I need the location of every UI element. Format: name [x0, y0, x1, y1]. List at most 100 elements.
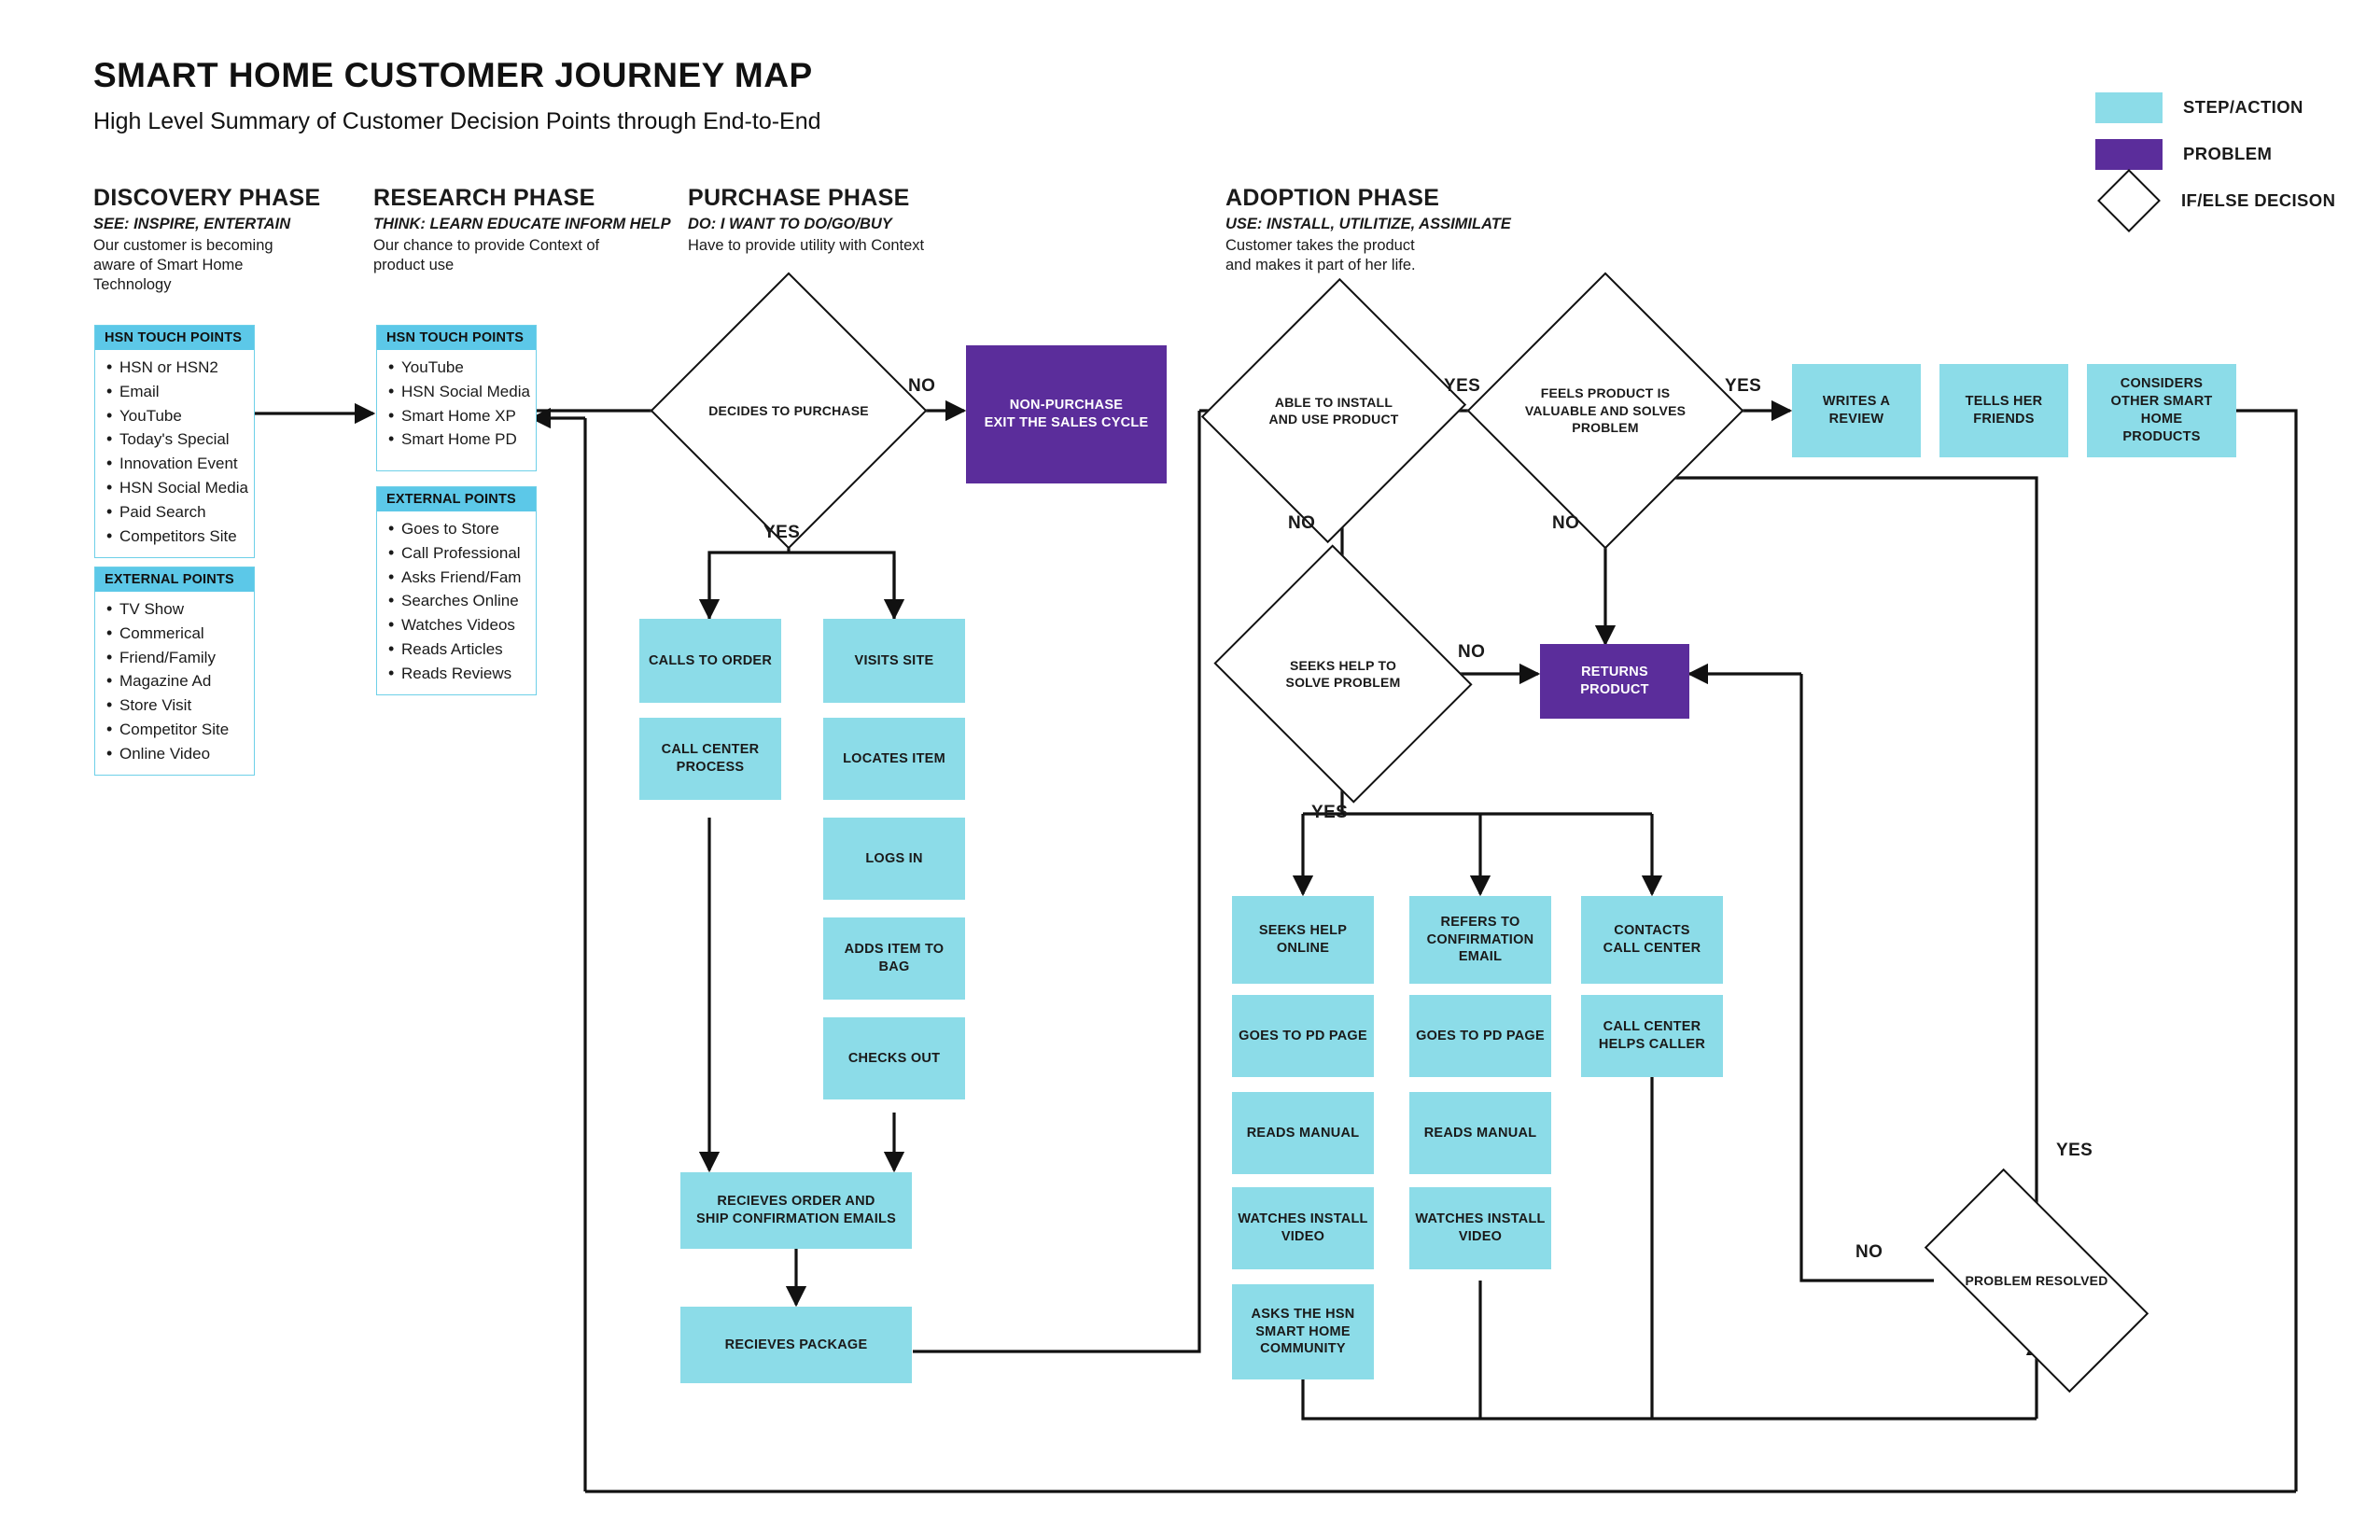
- list-item: Magazine Ad: [95, 668, 254, 693]
- list-item: Watches Videos: [377, 612, 536, 637]
- node-non-purchase[interactable]: NON-PURCHASE EXIT THE SALES CYCLE: [966, 345, 1167, 483]
- node-label: CALL CENTER HELPS CALLER: [1598, 1019, 1706, 1052]
- node-calls-to-order[interactable]: CALLS TO ORDER: [639, 619, 781, 703]
- card-header: EXTERNAL POINTS: [95, 567, 254, 592]
- card-discovery-external-points: EXTERNAL POINTS TV ShowCommericalFriend/…: [94, 567, 255, 776]
- card-research-hsn-touch-points: HSN TOUCH POINTS YouTubeHSN Social Media…: [376, 325, 537, 471]
- card-research-external-points: EXTERNAL POINTS Goes to StoreCall Profes…: [376, 486, 537, 695]
- node-label: REFERS TO CONFIRMATION EMAIL: [1426, 914, 1534, 965]
- node-label: CONTACTS CALL CENTER: [1603, 923, 1701, 956]
- decision-able-to-install[interactable]: ABLE TO INSTALL AND USE PRODUCT: [1200, 277, 1467, 544]
- phase-description: Customer takes the product and makes it …: [1225, 237, 1416, 273]
- node-watches-install-video-2[interactable]: WATCHES INSTALL VIDEO: [1409, 1187, 1551, 1269]
- diamond-text: DECIDES TO PURCHASE: [691, 313, 887, 509]
- decision-seeks-help-to-solve[interactable]: SEEKS HELP TO SOLVE PROBLEM: [1213, 544, 1473, 804]
- diamond-text: PROBLEM RESOLVED: [1934, 1225, 2139, 1337]
- card-body: YouTubeHSN Social MediaSmart Home XPSmar…: [377, 350, 536, 470]
- node-seeks-help-online[interactable]: SEEKS HELP ONLINE: [1232, 896, 1374, 984]
- problem-swatch: [2095, 138, 2163, 170]
- legend: STEP/ACTION PROBLEM IF/ELSE DECISON: [2095, 84, 2375, 232]
- phase-title: ADOPTION PHASE: [1225, 185, 1440, 211]
- legend-label-problem: PROBLEM: [2183, 144, 2273, 163]
- phase-title: DISCOVERY PHASE: [93, 185, 321, 211]
- list-item: Friend/Family: [95, 645, 254, 670]
- list-item: Store Visit: [95, 693, 254, 718]
- card-body: Goes to StoreCall ProfessionalAsks Frien…: [377, 511, 536, 694]
- node-label: CHECKS OUT: [847, 1050, 941, 1066]
- node-reads-manual-1[interactable]: READS MANUAL: [1232, 1092, 1374, 1174]
- node-watches-install-video-1[interactable]: WATCHES INSTALL VIDEO: [1232, 1187, 1374, 1269]
- node-label: GOES TO PD PAGE: [1239, 1028, 1367, 1043]
- list-item: Innovation Event: [95, 451, 254, 476]
- node-label: FEELS PRODUCT IS VALUABLE AND SOLVES PRO…: [1524, 385, 1687, 436]
- node-considers-other-smart-home-products[interactable]: CONSIDERS OTHER SMART HOME PRODUCTS: [2087, 364, 2236, 457]
- node-label: DECIDES TO PURCHASE: [708, 402, 869, 418]
- node-locates-item[interactable]: LOCATES ITEM: [823, 718, 965, 800]
- list-item: Reads Reviews: [377, 661, 536, 686]
- diamond-text: ABLE TO INSTALL AND USE PRODUCT: [1244, 313, 1423, 509]
- card-header: EXTERNAL POINTS: [377, 487, 536, 511]
- node-returns-product[interactable]: RETURNS PRODUCT: [1540, 644, 1689, 719]
- node-label: ABLE TO INSTALL AND USE PRODUCT: [1268, 394, 1399, 427]
- list-item: Email: [95, 379, 254, 404]
- node-label: WRITES A REVIEW: [1822, 394, 1891, 427]
- legend-item-step: STEP/ACTION: [2095, 84, 2375, 131]
- list-item: Competitor Site: [95, 717, 254, 742]
- node-recieves-package[interactable]: RECIEVES PACKAGE: [680, 1307, 912, 1383]
- diamond-text: FEELS PRODUCT IS VALUABLE AND SOLVES PRO…: [1507, 313, 1703, 509]
- list-item: Call Professional: [377, 540, 536, 566]
- card-list: YouTubeHSN Social MediaSmart Home XPSmar…: [377, 355, 536, 453]
- legend-item-problem: PROBLEM: [2095, 131, 2375, 177]
- phase-description: Our chance to provide Context of product…: [373, 237, 600, 273]
- node-call-center-helps-caller[interactable]: CALL CENTER HELPS CALLER: [1581, 995, 1723, 1077]
- node-label: TELLS HER FRIENDS: [1965, 394, 2043, 427]
- decision-decides-to-purchase[interactable]: DECIDES TO PURCHASE: [650, 272, 928, 550]
- node-label: WATCHES INSTALL VIDEO: [1415, 1211, 1546, 1244]
- node-refers-to-confirmation-email[interactable]: REFERS TO CONFIRMATION EMAIL: [1409, 896, 1551, 984]
- node-checks-out[interactable]: CHECKS OUT: [823, 1017, 965, 1099]
- node-label: SEEKS HELP TO SOLVE PROBLEM: [1285, 657, 1401, 690]
- node-label: PROBLEM RESOLVED: [1965, 1272, 2108, 1288]
- card-header: HSN TOUCH POINTS: [95, 326, 254, 350]
- legend-label-step: STEP/ACTION: [2183, 97, 2303, 117]
- node-label: CALL CENTER PROCESS: [661, 742, 760, 775]
- card-list: TV ShowCommericalFriend/FamilyMagazine A…: [95, 596, 254, 766]
- node-contacts-call-center[interactable]: CONTACTS CALL CENTER: [1581, 896, 1723, 984]
- node-label: LOCATES ITEM: [843, 750, 945, 766]
- node-label: RECIEVES ORDER AND SHIP CONFIRMATION EMA…: [695, 1194, 897, 1226]
- page-subtitle: High Level Summary of Customer Decision …: [93, 108, 821, 134]
- node-label: READS MANUAL: [1246, 1125, 1360, 1141]
- node-label: CALLS TO ORDER: [648, 652, 773, 668]
- node-call-center-process[interactable]: CALL CENTER PROCESS: [639, 718, 781, 800]
- phase-verb: DO: I WANT TO DO/GO/BUY: [688, 216, 892, 232]
- node-visits-site[interactable]: VISITS SITE: [823, 619, 965, 703]
- list-item: Commerical: [95, 621, 254, 646]
- node-label: ADDS ITEM TO BAG: [844, 942, 945, 974]
- edge-label-purchase-yes: YES: [763, 523, 801, 542]
- node-recieves-order-and-ship-confirmation-emails[interactable]: RECIEVES ORDER AND SHIP CONFIRMATION EMA…: [680, 1172, 912, 1249]
- phase-verb: USE: INSTALL, UTILITIZE, ASSIMILATE: [1225, 216, 1511, 232]
- legend-item-decision: IF/ELSE DECISON: [2095, 169, 2375, 232]
- node-reads-manual-2[interactable]: READS MANUAL: [1409, 1092, 1551, 1174]
- list-item: Reads Articles: [377, 637, 536, 662]
- node-label: NON-PURCHASE EXIT THE SALES CYCLE: [984, 398, 1149, 430]
- edge-label-resolved-no: NO: [1855, 1242, 1883, 1262]
- decision-feels-product-valuable[interactable]: FEELS PRODUCT IS VALUABLE AND SOLVES PRO…: [1466, 272, 1744, 550]
- node-goes-to-pd-page-2[interactable]: GOES TO PD PAGE: [1409, 995, 1551, 1077]
- list-item: TV Show: [95, 596, 254, 622]
- edge-label-install-yes: YES: [1444, 376, 1481, 396]
- list-item: Today's Special: [95, 427, 254, 452]
- decision-problem-resolved[interactable]: PROBLEM RESOLVED: [1924, 1168, 2149, 1393]
- edge-label-seeks-help-yes: YES: [1311, 803, 1349, 822]
- edge-label-valuable-yes: YES: [1725, 376, 1762, 396]
- node-writes-a-review[interactable]: WRITES A REVIEW: [1792, 364, 1921, 457]
- node-logs-in[interactable]: LOGS IN: [823, 818, 965, 900]
- node-asks-the-hsn-smart-home-community[interactable]: ASKS THE HSN SMART HOME COMMUNITY: [1232, 1284, 1374, 1379]
- node-label: RETURNS PRODUCT: [1580, 665, 1649, 697]
- node-goes-to-pd-page-1[interactable]: GOES TO PD PAGE: [1232, 995, 1374, 1077]
- node-adds-item-to-bag[interactable]: ADDS ITEM TO BAG: [823, 917, 965, 1000]
- diamond-icon: [2097, 169, 2161, 232]
- list-item: Competitors Site: [95, 524, 254, 549]
- node-tells-her-friends[interactable]: TELLS HER FRIENDS: [1939, 364, 2068, 457]
- list-item: YouTube: [377, 355, 536, 380]
